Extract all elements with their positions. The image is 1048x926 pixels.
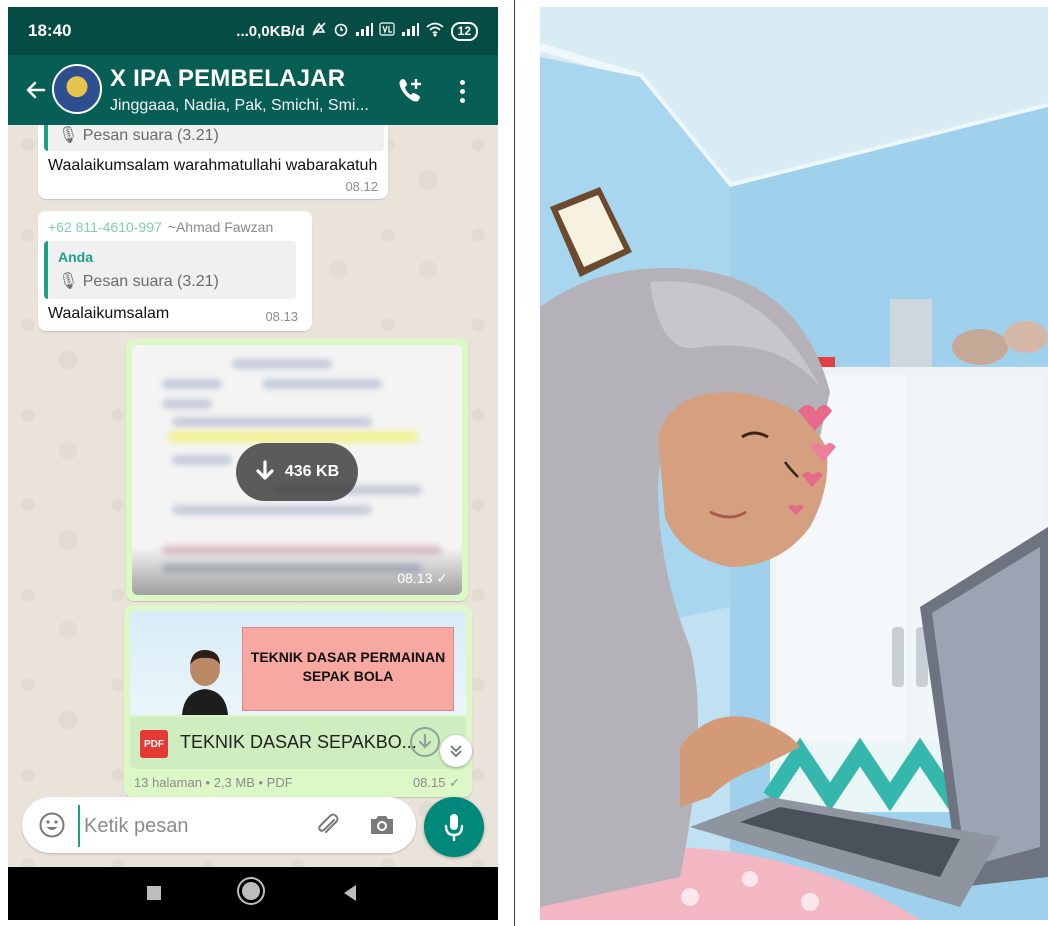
document-name: TEKNIK DASAR SEPAKBO... bbox=[180, 732, 417, 752]
sender-alias: ~Ahmad Fawzan bbox=[167, 219, 274, 235]
message-composer bbox=[22, 797, 416, 853]
group-avatar[interactable] bbox=[52, 64, 102, 114]
message-sender[interactable]: +62 811-4610-997 ~Ahmad Fawzan bbox=[48, 219, 273, 235]
message-bubble[interactable]: +62 811-4610-997 ~Ahmad Fawzan Anda 🎙 Pes… bbox=[38, 211, 312, 331]
phone-screenshot: 18:40 ...0,0KB/d 12 X IPA PEMBELAJAR Jin… bbox=[8, 7, 498, 920]
student-studying-photo bbox=[540, 7, 1048, 920]
double-chevron-down-icon bbox=[450, 745, 462, 758]
volte-icon bbox=[379, 22, 395, 40]
status-icons: ...0,0KB/d 12 bbox=[236, 21, 478, 41]
more-vert-icon bbox=[459, 79, 465, 85]
message-text: Waalaikumsalam warahmatullahi wabarakatu… bbox=[48, 157, 378, 174]
message-text: Waalaikumsalam bbox=[48, 305, 170, 322]
voice-record-button[interactable] bbox=[424, 797, 484, 857]
back-triangle-icon[interactable] bbox=[344, 885, 356, 901]
pdf-icon: PDF bbox=[140, 730, 168, 758]
signal-2-icon bbox=[401, 22, 419, 40]
recents-icon[interactable] bbox=[147, 886, 161, 900]
document-preview[interactable]: TEKNIK DASAR PERMAINAN SEPAK BOLA bbox=[130, 611, 466, 715]
student-photo bbox=[540, 7, 1048, 920]
document-preview-title: TEKNIK DASAR PERMAINAN SEPAK BOLA bbox=[242, 627, 454, 711]
document-info: 13 halaman • 2,3 MB • PDF bbox=[134, 775, 293, 790]
wifi-icon bbox=[425, 21, 445, 41]
group-title[interactable]: X IPA PEMBELAJAR bbox=[110, 65, 345, 93]
download-arrow-icon bbox=[256, 460, 274, 480]
paperclip-icon bbox=[318, 813, 339, 833]
message-bubble[interactable]: 🎙 Pesan suara (3.21) Waalaikumsalam wara… bbox=[38, 125, 388, 199]
person-thumbnail bbox=[182, 649, 228, 715]
document-message[interactable]: TEKNIK DASAR PERMAINAN SEPAK BOLA PDF TE… bbox=[124, 605, 472, 797]
message-time: 08.12 bbox=[345, 179, 378, 194]
chat-header: X IPA PEMBELAJAR Jinggaaa, Nadia, Pak, S… bbox=[8, 55, 498, 125]
chat-area[interactable]: 🎙 Pesan suara (3.21) Waalaikumsalam wara… bbox=[8, 125, 498, 867]
panel-divider bbox=[514, 0, 515, 926]
emoji-button[interactable] bbox=[38, 811, 66, 839]
quoted-message[interactable]: Anda 🎙 Pesan suara (3.21) bbox=[44, 241, 296, 299]
message-time: 08.13 bbox=[265, 309, 298, 324]
microphone-icon bbox=[444, 814, 464, 842]
quoted-voice-note: 🎙 Pesan suara (3.21) bbox=[58, 127, 219, 144]
battery-indicator: 12 bbox=[450, 21, 478, 41]
image-size: 436 KB bbox=[284, 463, 340, 480]
document-file-row[interactable]: PDF TEKNIK DASAR SEPAKBO... bbox=[130, 717, 466, 769]
image-message[interactable]: 436 KB 08.13 ✓ bbox=[126, 339, 468, 601]
add-call-button[interactable] bbox=[394, 75, 426, 107]
android-nav-bar bbox=[8, 867, 498, 920]
group-members[interactable]: Jinggaaa, Nadia, Pak, Smichi, Smi... bbox=[110, 97, 369, 115]
download-arrow-icon bbox=[418, 734, 432, 749]
download-document-button[interactable] bbox=[410, 727, 440, 757]
emoji-icon bbox=[39, 812, 65, 838]
back-button[interactable] bbox=[22, 73, 50, 107]
camera-button[interactable] bbox=[368, 812, 396, 838]
message-input[interactable] bbox=[78, 805, 296, 847]
back-arrow-icon bbox=[26, 81, 46, 99]
blurred-image-preview[interactable]: 436 KB 08.13 ✓ bbox=[132, 345, 462, 595]
silent-icon bbox=[311, 21, 327, 41]
download-image-button[interactable]: 436 KB bbox=[236, 443, 358, 501]
signal-icon bbox=[355, 22, 373, 40]
image-time: 08.13 ✓ bbox=[397, 570, 448, 586]
quoted-message[interactable]: 🎙 Pesan suara (3.21) bbox=[44, 125, 384, 151]
quoted-voice-note: 🎙 Pesan suara (3.21) bbox=[58, 273, 219, 290]
camera-icon bbox=[371, 816, 393, 834]
quoted-author: Anda bbox=[58, 249, 93, 265]
status-time: 18:40 bbox=[28, 21, 72, 40]
add-call-icon bbox=[399, 79, 421, 102]
home-icon[interactable] bbox=[242, 882, 260, 900]
status-bar: 18:40 ...0,0KB/d 12 bbox=[8, 7, 498, 55]
more-options-button[interactable] bbox=[454, 75, 470, 107]
alarm-icon bbox=[333, 21, 349, 41]
attach-button[interactable] bbox=[314, 811, 342, 839]
sender-number: +62 811-4610-997 bbox=[48, 219, 162, 235]
scroll-to-bottom-button[interactable] bbox=[440, 735, 472, 767]
document-time: 08.15 ✓ bbox=[412, 775, 460, 790]
network-speed: ...0,0KB/d bbox=[236, 22, 305, 40]
